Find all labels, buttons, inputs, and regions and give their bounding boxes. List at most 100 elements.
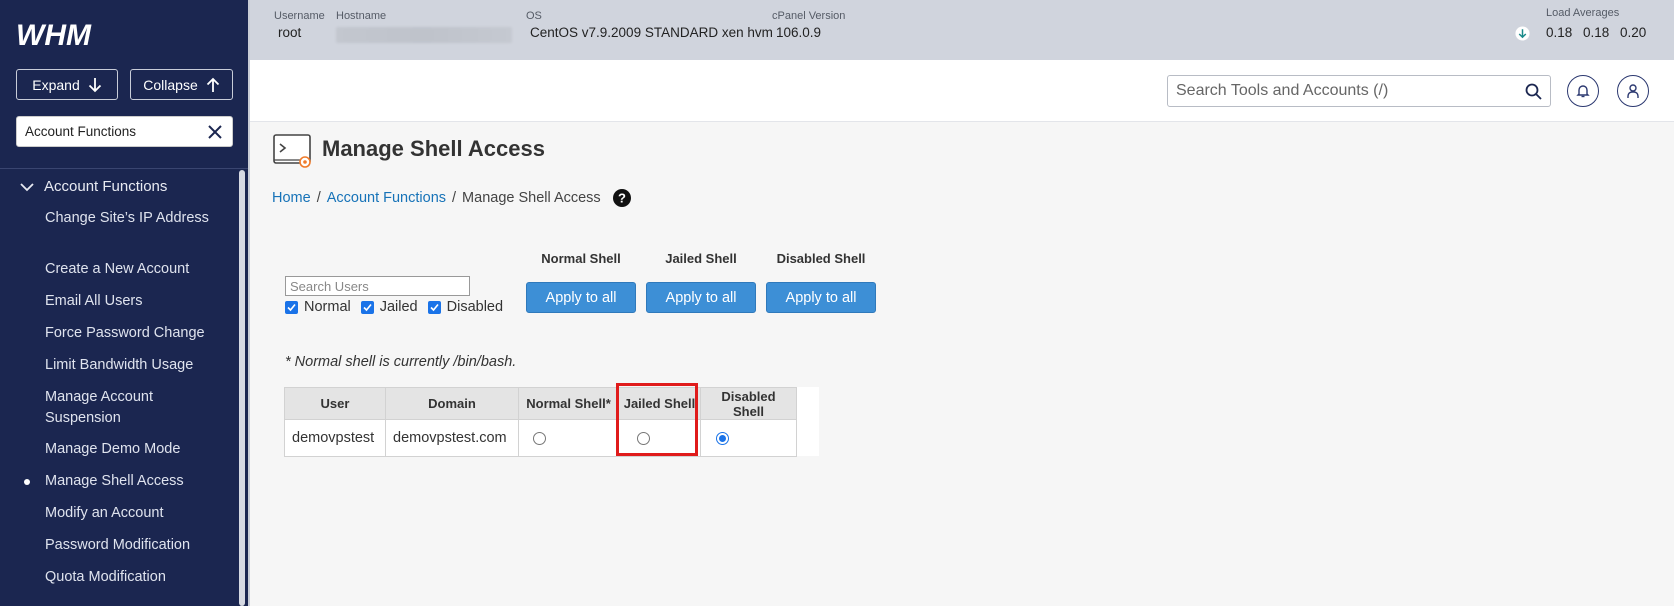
- arrow-down-icon: [88, 77, 101, 92]
- svg-text:?: ?: [618, 191, 626, 206]
- os-label: OS: [526, 10, 542, 22]
- sidebar-item-change-ip[interactable]: Change Site’s IP Address: [45, 208, 230, 229]
- sidebar-item-limit-bandwidth[interactable]: Limit Bandwidth Usage: [45, 355, 230, 376]
- table-row: demovpstest demovpstest.com: [284, 419, 797, 457]
- sidebar-search-input[interactable]: Account Functions: [16, 116, 233, 147]
- apply-label: Apply to all: [545, 289, 617, 306]
- load-average-1: 0.18: [1546, 25, 1573, 40]
- cell-disabled-shell: [700, 419, 797, 457]
- sidebar-scrollbar[interactable]: [239, 170, 245, 606]
- apply-disabled-to-all-button[interactable]: Apply to all: [766, 282, 876, 313]
- load-average-5: 0.18: [1583, 25, 1610, 40]
- collapse-button[interactable]: Collapse: [130, 69, 233, 100]
- sidebar-group-label: Account Functions: [44, 178, 168, 195]
- disabled-checkbox[interactable]: [427, 300, 441, 314]
- search-users-placeholder: Search Users: [290, 278, 369, 294]
- sidebar-item-label: Manage Demo Mode: [45, 441, 181, 457]
- active-dot-icon: [24, 479, 30, 485]
- search-icon[interactable]: [1525, 83, 1542, 100]
- sidebar-group-account-functions[interactable]: Account Functions: [20, 178, 167, 195]
- header: Search Tools and Accounts (/): [250, 60, 1674, 122]
- breadcrumb: Home / Account Functions / Manage Shell …: [272, 189, 631, 207]
- filter-normal-label: Normal: [304, 299, 351, 315]
- breadcrumb-account-functions[interactable]: Account Functions: [327, 190, 446, 206]
- sidebar-item-email-all[interactable]: Email All Users: [45, 291, 230, 312]
- apply-label: Apply to all: [665, 289, 737, 306]
- sidebar-item-shell-access[interactable]: Manage Shell Access: [24, 471, 230, 492]
- user-icon: [1627, 84, 1639, 98]
- sidebar-item-quota-modification[interactable]: Quota Modification: [45, 567, 230, 588]
- apply-jailed-to-all-button[interactable]: Apply to all: [646, 282, 756, 313]
- whm-logo[interactable]: WHM: [16, 18, 112, 52]
- hostname-redacted: [336, 27, 512, 43]
- normal-shell-note: * Normal shell is currently /bin/bash.: [285, 354, 517, 370]
- username-value: root: [278, 25, 302, 40]
- clear-icon[interactable]: [206, 123, 224, 141]
- bell-icon: [1576, 85, 1590, 98]
- sidebar: WHM Expand Collapse Account Functions Ac…: [0, 0, 248, 606]
- sidebar-item-label: Quota Modification: [45, 569, 166, 585]
- cpanel-version-value: 106.0.9: [776, 25, 822, 40]
- tools-search-input[interactable]: Search Tools and Accounts (/): [1167, 75, 1551, 107]
- bulk-disabled-shell-heading: Disabled Shell: [776, 251, 866, 266]
- col-user: User: [284, 387, 386, 420]
- apply-label: Apply to all: [785, 289, 857, 306]
- sidebar-item-label: Manage Account Suspension: [45, 389, 154, 426]
- disabled-shell-radio[interactable]: [716, 431, 729, 445]
- cell-user: demovpstest: [284, 419, 386, 457]
- sidebar-item-force-password[interactable]: Force Password Change: [45, 323, 230, 344]
- chevron-down-icon: [20, 182, 34, 191]
- load-average-15: 0.20: [1620, 25, 1647, 40]
- apply-normal-to-all-button[interactable]: Apply to all: [526, 282, 636, 313]
- os-value: CentOS v7.9.2009 STANDARD xen hvm: [530, 25, 773, 40]
- sidebar-item-label: Create a New Account: [45, 261, 190, 277]
- cell-normal-shell: [518, 419, 619, 457]
- jailed-checkbox[interactable]: [360, 300, 374, 314]
- notifications-button[interactable]: [1567, 75, 1599, 107]
- cpanel-version-label: cPanel Version: [772, 10, 846, 22]
- filter-normal[interactable]: Normal: [285, 299, 351, 315]
- bulk-normal-shell-heading: Normal Shell: [541, 251, 621, 266]
- sidebar-item-account-suspension[interactable]: Manage Account Suspension: [45, 387, 230, 429]
- filter-disabled[interactable]: Disabled: [427, 299, 504, 315]
- sidebar-item-demo-mode[interactable]: Manage Demo Mode: [45, 439, 230, 460]
- breadcrumb-home[interactable]: Home: [272, 190, 311, 206]
- expand-button[interactable]: Expand: [16, 69, 118, 100]
- hostname-label: Hostname: [336, 10, 387, 22]
- filter-disabled-label: Disabled: [446, 299, 504, 315]
- user-menu-button[interactable]: [1617, 75, 1649, 107]
- sidebar-item-label: Limit Bandwidth Usage: [45, 357, 194, 373]
- sidebar-item-password-modification[interactable]: Password Modification: [45, 535, 230, 556]
- sidebar-item-label: Password Modification: [45, 537, 191, 553]
- expand-label: Expand: [32, 76, 80, 93]
- breadcrumb-separator: /: [316, 190, 321, 206]
- sidebar-item-modify-account[interactable]: Modify an Account: [45, 503, 230, 524]
- svg-text:WHM: WHM: [16, 19, 92, 52]
- sidebar-search-value: Account Functions: [25, 124, 137, 139]
- help-icon[interactable]: ?: [612, 189, 631, 207]
- sidebar-item-label: Force Password Change: [45, 325, 205, 341]
- terminal-icon: [273, 134, 311, 168]
- username-label: Username: [274, 10, 325, 22]
- col-disabled-shell: Disabled Shell: [700, 387, 797, 420]
- normal-shell-radio[interactable]: [533, 431, 546, 445]
- filter-jailed[interactable]: Jailed: [360, 299, 418, 315]
- cell-domain: demovpstest.com: [385, 419, 519, 457]
- sidebar-item-create-account[interactable]: Create a New Account: [45, 259, 230, 280]
- sidebar-item-label: Change Site’s IP Address: [45, 210, 209, 226]
- bulk-jailed-shell-heading: Jailed Shell: [665, 251, 737, 266]
- tools-search-placeholder: Search Tools and Accounts (/): [1176, 82, 1389, 99]
- arrow-up-icon: [206, 77, 219, 92]
- sidebar-divider: [0, 168, 248, 169]
- table-header-row: User Domain Normal Shell* Jailed Shell D…: [284, 387, 797, 420]
- breadcrumb-current: Manage Shell Access: [462, 190, 601, 206]
- shell-filters: Normal Jailed Disabled: [285, 299, 513, 315]
- page-title: Manage Shell Access: [322, 136, 545, 161]
- normal-checkbox[interactable]: [285, 300, 298, 314]
- sidebar-item-label: Manage Shell Access: [45, 473, 184, 489]
- filter-jailed-label: Jailed: [379, 299, 418, 315]
- sidebar-item-label: Modify an Account: [45, 505, 164, 521]
- breadcrumb-separator: /: [452, 190, 457, 206]
- server-info-bar: Username root Hostname OS CentOS v7.9.20…: [250, 0, 1674, 60]
- search-users-input[interactable]: Search Users: [285, 276, 470, 296]
